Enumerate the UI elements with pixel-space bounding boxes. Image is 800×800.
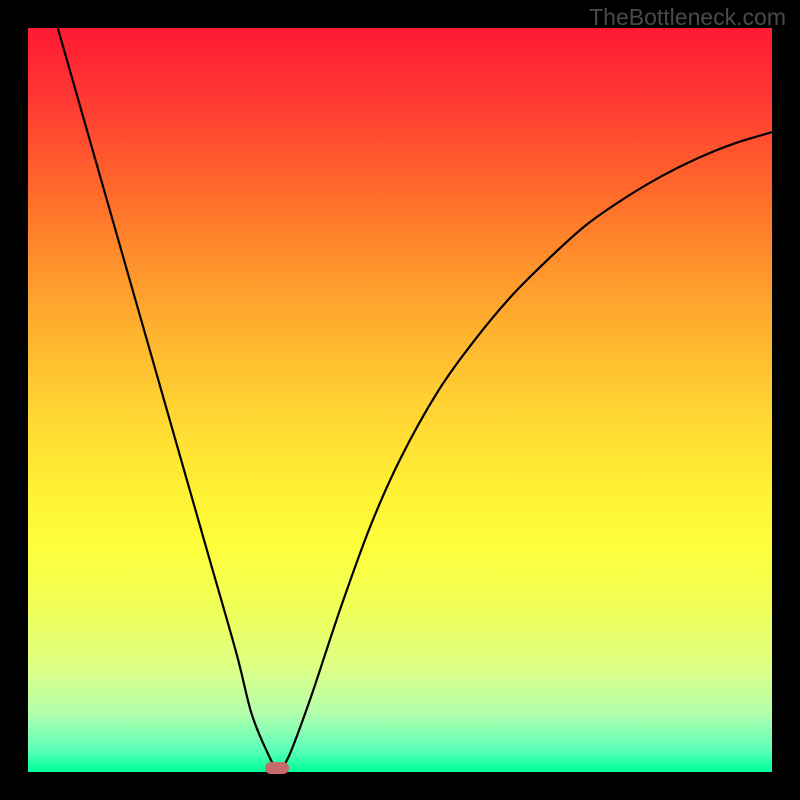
chart-plot-area	[28, 28, 772, 772]
minimum-marker	[265, 762, 289, 774]
chart-curve	[28, 28, 772, 772]
watermark-text: TheBottleneck.com	[589, 4, 786, 31]
